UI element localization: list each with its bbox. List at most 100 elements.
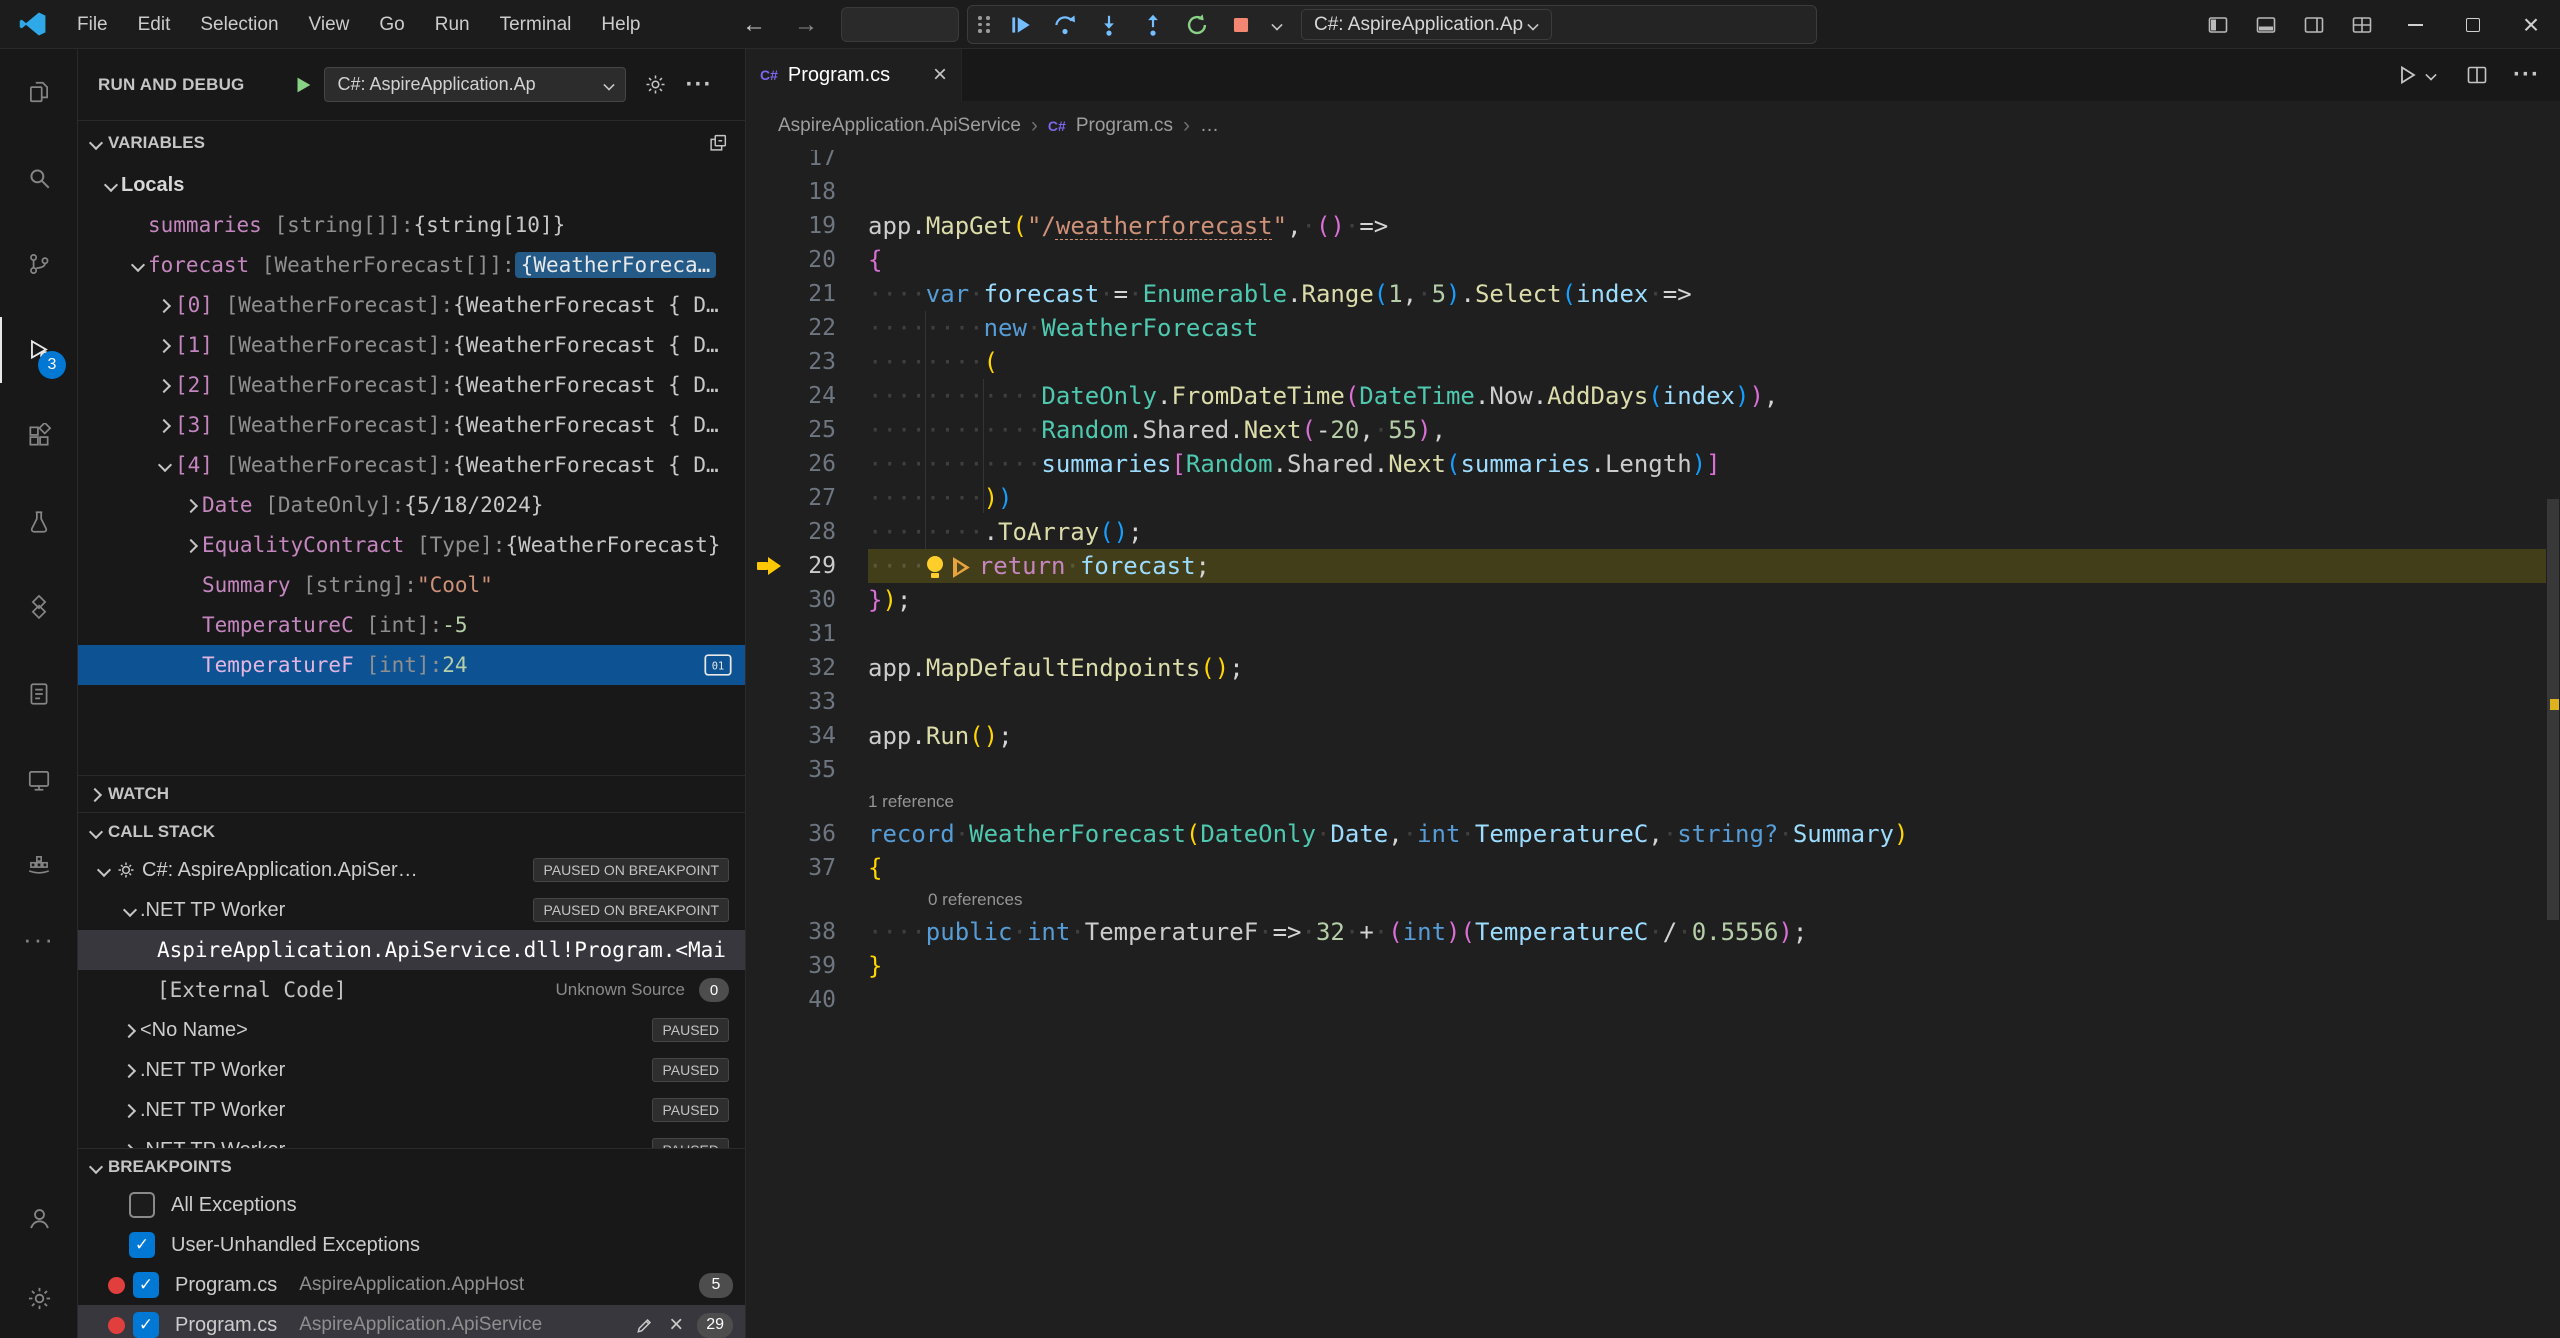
line-number[interactable]: 37 [792,851,836,885]
menu-terminal[interactable]: Terminal [485,0,587,49]
callstack-external-row[interactable]: [External Code]Unknown Source0 [78,970,745,1010]
code-line-text[interactable] [868,685,2546,719]
menu-run[interactable]: Run [420,0,485,49]
code-line-text[interactable]: ········.ToArray(); [868,515,2546,549]
glyph-margin-line-28[interactable] [746,515,792,549]
glyph-margin-line-32[interactable] [746,651,792,685]
code-line-28[interactable]: 28········.ToArray(); [746,515,2546,549]
glyph-margin-line-39[interactable] [746,949,792,983]
glyph-margin-line-27[interactable] [746,481,792,515]
code-line-text[interactable]: app.MapDefaultEndpoints(); [868,651,2546,685]
code-line-text[interactable]: ····var·forecast·=·Enumerable.Range(1,·5… [868,277,2546,311]
glyph-margin-line-21[interactable] [746,277,792,311]
maximize-button[interactable] [2444,0,2502,49]
variable-row[interactable]: forecast [WeatherForecast[]]: {WeatherFo… [78,245,745,285]
code-line-33[interactable]: 33 [746,685,2546,719]
menu-view[interactable]: View [294,0,365,49]
code-line-text[interactable]: ············DateOnly.FromDateTime(DateTi… [868,379,2546,413]
code-line-text[interactable]: }); [868,583,2546,617]
code-line-23[interactable]: 23 ········( [746,345,2546,379]
callstack-thread-row[interactable]: .NET TP WorkerPAUSED [78,1130,745,1148]
close-tab-icon[interactable]: × [933,65,947,85]
line-number[interactable]: 40 [792,983,836,1017]
code-line-text[interactable] [868,150,2546,175]
variable-row[interactable]: summaries [string[]]: {string[10]} [78,205,745,245]
command-center-left[interactable] [841,7,959,42]
code-line-text[interactable]: ····public·int·TemperatureF·=>·32·+·(int… [868,915,2546,949]
line-number[interactable]: 27 [792,481,836,515]
breakpoint-checkbox[interactable]: ✓ [129,1232,155,1258]
line-number[interactable]: 34 [792,719,836,753]
breakpoint-checkbox[interactable]: ✓ [133,1312,159,1338]
callstack-thread-row[interactable]: .NET TP WorkerPAUSED ON BREAKPOINT [78,890,745,930]
stop-button[interactable] [1223,9,1259,41]
glyph-margin-line-26[interactable] [746,447,792,481]
extensions-icon[interactable] [0,393,78,479]
line-number[interactable]: 39 [792,949,836,983]
breadcrumb-item[interactable]: Program.cs [1076,115,1173,137]
run-or-debug-button[interactable] [2395,63,2441,87]
glyph-margin-line-22[interactable] [746,311,792,345]
callstack-session-row[interactable]: C#: AspireApplication.ApiSer…PAUSED ON B… [78,850,745,890]
source-control-icon[interactable] [0,221,78,307]
breakpoint-checkbox[interactable]: ✓ [133,1272,159,1298]
diamond-stack-icon[interactable] [0,565,78,651]
glyph-margin-line-36[interactable] [746,817,792,851]
callstack-thread-row[interactable]: .NET TP WorkerPAUSED [78,1090,745,1130]
code-line-22[interactable]: 22········new·WeatherForecast [746,311,2546,345]
line-number[interactable]: 23 [792,345,836,379]
code-line-24[interactable]: 24············DateOnly.FromDateTime(Date… [746,379,2546,413]
code-line-text[interactable]: ········( [868,345,2546,379]
docker-icon[interactable] [0,823,78,909]
callstack-thread-row[interactable]: .NET TP WorkerPAUSED [78,1050,745,1090]
code-line-text[interactable]: app.MapGet("/weatherforecast",·()·=> [868,209,2546,243]
remote-explorer-icon[interactable] [0,737,78,823]
code-line-20[interactable]: 20 { [746,243,2546,277]
code-line-text[interactable]: { [868,243,2546,277]
breakpoint-row[interactable]: ✓User-Unhandled Exceptions [78,1225,745,1265]
variable-row[interactable]: [3] [WeatherForecast]: {WeatherForecast … [78,405,745,445]
line-number[interactable]: 31 [792,617,836,651]
binary-view-icon[interactable]: 01 [703,652,733,678]
line-number[interactable]: 20 [792,243,836,277]
explorer-icon[interactable] [0,49,78,135]
glyph-margin-line-40[interactable] [746,983,792,1017]
additional-views-icon[interactable]: ··· [0,909,78,969]
accounts-icon[interactable] [0,1178,78,1258]
editor-scrollbar[interactable] [2546,150,2560,1338]
toolbar-drag-handle-icon[interactable] [978,16,991,33]
customize-layout-icon[interactable] [2338,0,2386,49]
glyph-margin-line-29[interactable] [746,549,792,583]
glyph-margin-line-30[interactable] [746,583,792,617]
menu-go[interactable]: Go [364,0,419,49]
code-line-text[interactable]: } [868,949,2546,983]
glyph-margin-line-25[interactable] [746,413,792,447]
glyph-margin-line-20[interactable] [746,243,792,277]
variable-row[interactable]: EqualityContract [Type]: {WeatherForecas… [78,525,745,565]
notebook-icon[interactable] [0,651,78,737]
breakpoint-row[interactable]: All Exceptions [78,1185,745,1225]
line-number[interactable]: 17 [792,150,836,175]
code-line-text[interactable] [868,617,2546,651]
debug-session-picker[interactable]: C#: AspireApplication.Ap [1301,9,1552,40]
step-out-button[interactable] [1135,9,1171,41]
breakpoint-row[interactable]: ✓Program.csAspireApplication.AppHost5 [78,1265,745,1305]
code-line-text[interactable]: ········)) [868,481,2546,515]
glyph-margin-line-35[interactable] [746,753,792,787]
code-line-34[interactable]: 34app.Run(); [746,719,2546,753]
variable-row[interactable]: Date [DateOnly]: {5/18/2024} [78,485,745,525]
code-line-35[interactable]: 35 [746,753,2546,787]
line-number[interactable]: 36 [792,817,836,851]
code-line-text[interactable]: ····return·forecast; [868,549,2546,583]
line-number[interactable]: 33 [792,685,836,719]
variable-row[interactable]: Summary [string]: "Cool" [78,565,745,605]
variable-row[interactable]: [1] [WeatherForecast]: {WeatherForecast … [78,325,745,365]
continue-button[interactable] [1003,9,1039,41]
menu-selection[interactable]: Selection [185,0,293,49]
debug-settings-gear-icon[interactable] [644,73,667,96]
code-line-40[interactable]: 40 [746,983,2546,1017]
line-number[interactable]: 38 [792,915,836,949]
collapse-all-icon[interactable] [707,132,729,154]
menu-edit[interactable]: Edit [123,0,186,49]
stop-options-chevron-icon[interactable] [1269,17,1285,33]
